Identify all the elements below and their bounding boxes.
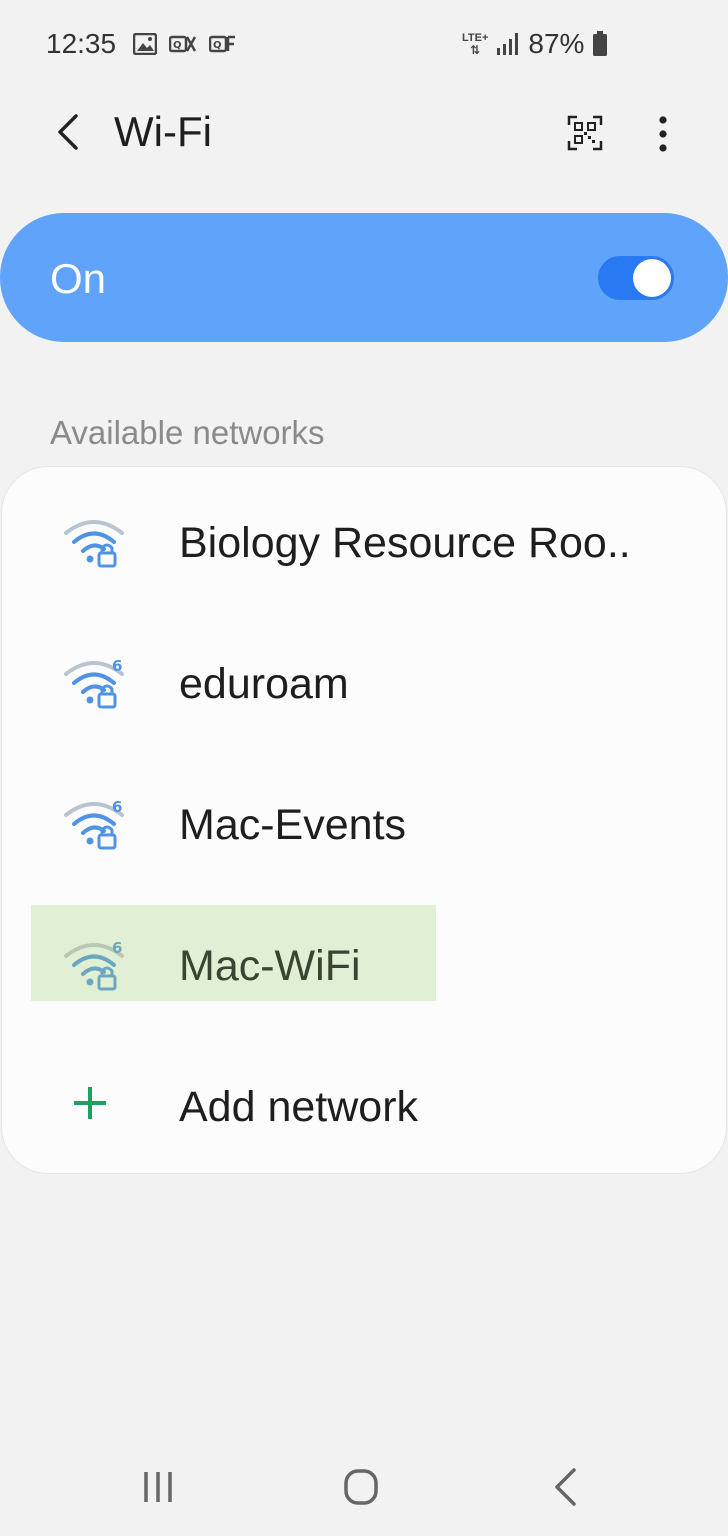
network-list-card: Biology Resource Roo.. 6 eduroam 6 Mac-E… (2, 467, 726, 1173)
battery-percent: 87% (528, 28, 585, 59)
network-type: LTE+ ⇅ (462, 31, 489, 57)
qf-notification-icon: Q (209, 35, 235, 53)
svg-text:Q: Q (213, 40, 222, 51)
wifi6-locked-icon: 6 (64, 939, 124, 991)
page-title: Wi-Fi (114, 108, 212, 155)
back-icon[interactable] (550, 1466, 580, 1508)
network-name: Mac-Events (179, 801, 407, 849)
image-notification-icon (133, 33, 157, 55)
wifi-state-label: On (50, 255, 107, 302)
status-time: 12:35 (46, 28, 117, 59)
network-item-biology-resource-room[interactable]: Biology Resource Roo.. (2, 475, 726, 605)
back-arrow-icon (58, 114, 78, 150)
notification-icons: Q Q (133, 33, 237, 55)
plus-icon (74, 1087, 106, 1119)
svg-text:6: 6 (112, 939, 122, 957)
svg-text:6: 6 (112, 657, 122, 675)
qr-code-button[interactable] (560, 108, 610, 158)
wifi6-locked-icon: 6 (64, 798, 124, 850)
network-item-eduroam[interactable]: 6 eduroam (2, 616, 726, 746)
wifi-master-switch-bar[interactable]: On (0, 213, 728, 342)
network-item-mac-events[interactable]: 6 Mac-Events (2, 757, 726, 887)
qr-code-icon (567, 115, 603, 151)
available-networks-heading: Available networks (50, 414, 325, 451)
recent-apps-icon[interactable] (140, 1468, 176, 1506)
wifi-toggle[interactable] (598, 256, 674, 300)
network-item-mac-wifi[interactable]: 6 Mac-WiFi (2, 898, 726, 1028)
network-name: Biology Resource Roo.. (179, 519, 631, 567)
back-button[interactable] (40, 102, 96, 162)
network-type-label: LTE+ (462, 31, 489, 44)
network-name: eduroam (179, 660, 349, 708)
battery-icon (593, 31, 608, 56)
home-icon[interactable] (341, 1466, 381, 1508)
toggle-knob (633, 259, 671, 297)
qk-notification-icon: Q (169, 35, 197, 53)
more-options-icon (659, 116, 667, 152)
wifi6-locked-icon: 6 (64, 657, 124, 709)
status-right: LTE+ ⇅ 87% (462, 28, 608, 60)
svg-text:Q: Q (173, 40, 182, 51)
wifi-locked-icon (64, 520, 124, 568)
svg-text:6: 6 (112, 798, 122, 816)
network-name: Mac-WiFi (179, 942, 361, 990)
more-options-button[interactable] (640, 106, 686, 162)
add-network-label: Add network (179, 1083, 419, 1131)
add-network-button[interactable]: Add network (2, 1039, 726, 1169)
signal-icon (497, 33, 519, 55)
